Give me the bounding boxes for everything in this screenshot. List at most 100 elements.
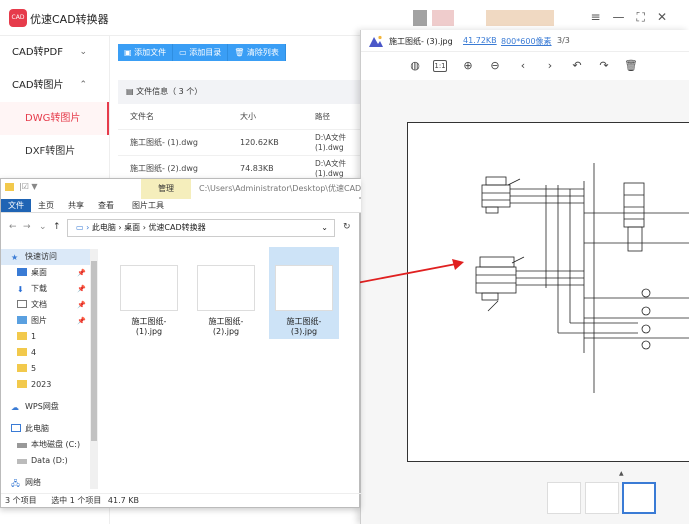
- nav-item-downloads[interactable]: ⬇ 下载 📌: [1, 281, 96, 297]
- nav-item-folder-2023[interactable]: 2023: [1, 377, 96, 393]
- actual-size-icon[interactable]: 1:1: [433, 60, 447, 72]
- menu-icon[interactable]: ≡: [590, 10, 600, 25]
- collapse-thumbs-icon[interactable]: ▲: [619, 470, 624, 477]
- status-bar: 3 个项目 选中 1 个项目 41.7 KB: [1, 493, 361, 507]
- tab-manage[interactable]: 管理: [141, 179, 191, 199]
- file-tile[interactable]: 施工图纸- (2).jpg: [191, 247, 261, 339]
- table-row[interactable]: 施工图纸- (1).dwg 120.62KB D:\A文件 (1).dwg: [118, 130, 363, 156]
- sidebar-item-label: CAD转图片: [12, 80, 64, 91]
- nav-item-wps-drive[interactable]: ☁ WPS网盘: [1, 399, 96, 415]
- nav-label: 图片: [31, 316, 47, 325]
- pc-icon: ▭ ›: [76, 223, 92, 232]
- app-logo: CAD: [9, 9, 27, 27]
- nav-item-folder-5[interactable]: 5: [1, 361, 96, 377]
- sidebar-item-dxf-to-image[interactable]: DXF转图片: [0, 135, 109, 168]
- maximize-icon[interactable]: ⛶: [637, 10, 645, 25]
- window-title-path: C:\Users\Administrator\Desktop\优速CAD: [199, 184, 362, 193]
- folder-icon: [17, 348, 27, 356]
- address-dropdown-icon[interactable]: ⌄: [321, 220, 328, 236]
- nav-item-drive-d[interactable]: Data (D:): [1, 453, 96, 469]
- close-icon[interactable]: ✕: [657, 10, 667, 25]
- file-size-cell: 120.62KB: [240, 138, 279, 147]
- scrollbar-thumb[interactable]: [91, 261, 97, 441]
- nav-item-documents[interactable]: 文档 📌: [1, 297, 96, 313]
- file-tile-name: 施工图纸- (2).jpg: [208, 317, 244, 336]
- nav-item-this-pc[interactable]: 此电脑: [1, 421, 96, 437]
- star-icon: ★: [11, 253, 19, 262]
- file-explorer-window: |☑ ▼ 管理 C:\Users\Administrator\Desktop\优…: [0, 178, 362, 508]
- tab-view[interactable]: 查看: [91, 199, 121, 212]
- nav-label: 此电脑: [25, 424, 49, 433]
- breadcrumb-desktop[interactable]: 桌面: [124, 223, 140, 232]
- status-item-count: 3 个项目: [5, 496, 37, 505]
- tab-file[interactable]: 文件: [1, 199, 31, 212]
- sidebar-item-cad-to-pdf[interactable]: CAD转PDF ⌄: [0, 36, 109, 69]
- rotate-left-icon[interactable]: ↶: [569, 58, 585, 74]
- file-name-cell: 施工图纸- (1).dwg: [130, 138, 199, 147]
- recent-dropdown-icon[interactable]: ⌄: [39, 222, 47, 232]
- picture-icon: [17, 316, 27, 324]
- file-tile-selected[interactable]: 施工图纸- (3).jpg: [269, 247, 339, 339]
- quick-access-toolbar[interactable]: |☑ ▼: [19, 182, 38, 191]
- delete-icon[interactable]: 🗑: [623, 58, 639, 74]
- clear-list-button[interactable]: 🗑 清除列表: [228, 44, 286, 61]
- next-icon[interactable]: ›: [542, 58, 558, 74]
- viewer-file-size[interactable]: 41.72KB: [463, 36, 497, 45]
- nav-item-pictures[interactable]: 图片 📌: [1, 313, 96, 329]
- prev-icon[interactable]: ‹: [515, 58, 531, 74]
- folder-icon: [17, 364, 27, 372]
- back-icon[interactable]: ←: [9, 222, 17, 232]
- refresh-icon[interactable]: ↻: [343, 222, 351, 232]
- zoom-in-icon[interactable]: ⊕: [460, 58, 476, 74]
- nav-item-quick-access[interactable]: ★ 快速访问: [1, 249, 96, 265]
- file-tile-name: 施工图纸- (1).jpg: [131, 317, 167, 336]
- viewer-resolution[interactable]: 800*600像素: [501, 36, 552, 47]
- address-row: ← → ⌄ ↑ ▭ › 此电脑 › 桌面 › 优速CAD转换器 ⌄ ↻: [1, 217, 361, 239]
- column-header-path: 路径: [315, 111, 330, 121]
- sidebar-item-dwg-to-image[interactable]: DWG转图片: [0, 102, 109, 135]
- thumbnail-1[interactable]: [547, 482, 581, 514]
- rotate-right-icon[interactable]: ↷: [596, 58, 612, 74]
- forward-icon[interactable]: →: [23, 222, 31, 232]
- file-table: ▤ 文件信息（ 3 个） 文件名 大小 路径 施工图纸- (1).dwg 120…: [118, 80, 363, 182]
- file-thumbnail: [275, 265, 333, 311]
- zoom-out-icon[interactable]: ⊖: [487, 58, 503, 74]
- fit-icon[interactable]: ◍: [407, 58, 423, 74]
- file-path-cell: D:\A文件 (1).dwg: [315, 132, 346, 152]
- status-selected: 选中 1 个项目: [51, 496, 102, 505]
- breadcrumb-folder[interactable]: 优速CAD转换器: [148, 223, 205, 232]
- window-controls: ≡ — ⛶ ✕: [590, 10, 667, 25]
- nav-scrollbar[interactable]: [90, 249, 98, 489]
- tab-home[interactable]: 主页: [31, 199, 61, 212]
- blurred-avatar: [413, 10, 427, 26]
- nav-item-network[interactable]: 🖧 网络: [1, 475, 96, 491]
- sidebar-item-cad-to-image[interactable]: CAD转图片 ⌃: [0, 69, 109, 102]
- file-thumbnail: [197, 265, 255, 311]
- nav-item-desktop[interactable]: 桌面 📌: [1, 265, 96, 281]
- viewer-header: 施工图纸- (3).jpg 41.72KB 800*600像素 3/3: [361, 30, 689, 52]
- minimize-icon[interactable]: —: [613, 10, 625, 25]
- nav-label: 文档: [31, 300, 47, 309]
- thumbnail-2[interactable]: [585, 482, 619, 514]
- nav-label: 下载: [31, 284, 47, 293]
- file-info-label: 文件信息（ 3 个）: [136, 87, 203, 96]
- nav-item-folder-1[interactable]: 1: [1, 329, 96, 345]
- nav-label: 本地磁盘 (C:): [31, 440, 81, 449]
- breadcrumb-this-pc[interactable]: 此电脑: [92, 223, 116, 232]
- nav-label: 2023: [31, 380, 52, 389]
- nav-item-drive-c[interactable]: 本地磁盘 (C:): [1, 437, 96, 453]
- nav-item-folder-4[interactable]: 4: [1, 345, 96, 361]
- add-file-button[interactable]: ▣ 添加文件: [118, 44, 174, 61]
- add-folder-button[interactable]: ▭ 添加目录: [173, 44, 229, 61]
- tab-share[interactable]: 共享: [61, 199, 91, 212]
- up-icon[interactable]: ↑: [53, 222, 61, 232]
- thumbnail-3[interactable]: [622, 482, 656, 514]
- chevron-down-icon: ⌄: [79, 47, 87, 57]
- address-bar[interactable]: ▭ › 此电脑 › 桌面 › 优速CAD转换器 ⌄: [67, 219, 335, 237]
- tab-picture-tools[interactable]: 图片工具: [125, 199, 171, 212]
- nav-label: WPS网盘: [25, 402, 59, 411]
- column-header-size: 大小: [240, 112, 256, 121]
- file-thumbnail: [120, 265, 178, 311]
- file-tile[interactable]: 施工图纸- (1).jpg: [114, 247, 184, 339]
- viewer-index: 3/3: [557, 36, 570, 45]
